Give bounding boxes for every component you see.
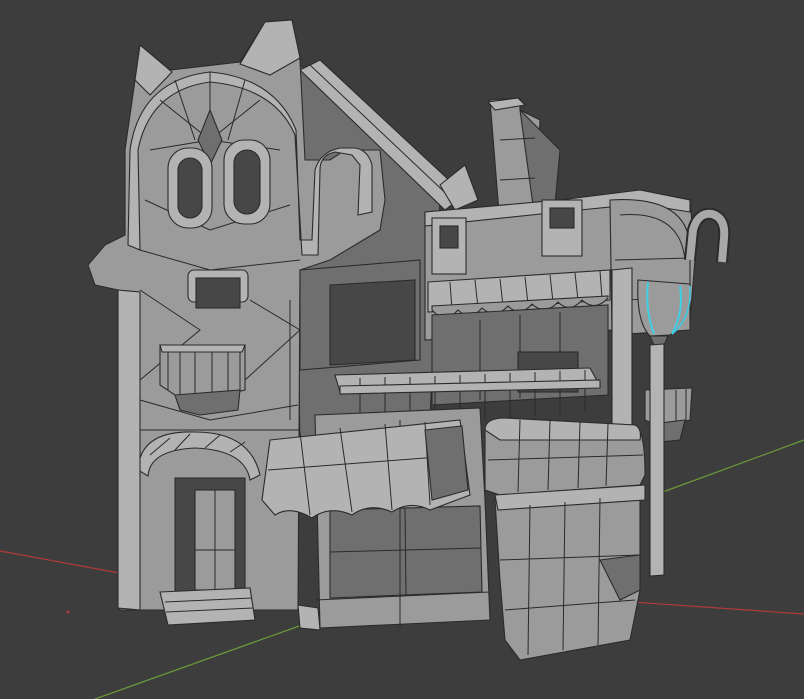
shop-support-post [611, 267, 633, 433]
origin-point [66, 610, 70, 614]
building-mesh[interactable] [87, 19, 731, 661]
crenel-left [431, 217, 467, 275]
upper-window-right [223, 139, 271, 225]
y-axis-line-far [659, 439, 804, 494]
crenel-right [541, 199, 583, 257]
shop-turret [484, 417, 646, 661]
3d-viewport[interactable] [0, 0, 804, 699]
back-block-recess [329, 279, 416, 366]
building-base [297, 604, 321, 631]
viewport-canvas[interactable] [0, 0, 804, 699]
upper-window-left [167, 147, 213, 229]
y-axis-line [94, 614, 331, 699]
middle-window [187, 269, 249, 309]
x-axis-line-right [631, 601, 804, 615]
hanging-lantern[interactable] [637, 279, 691, 351]
shop-support-post-2 [649, 343, 665, 577]
left-pillar [117, 289, 141, 611]
